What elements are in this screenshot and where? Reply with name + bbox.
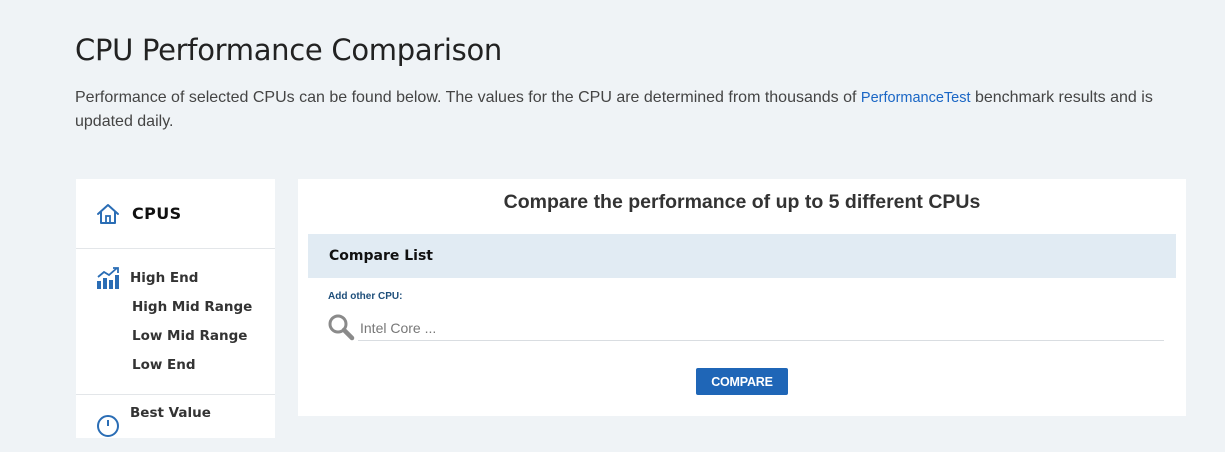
compare-heading: Compare the performance of up to 5 diffe…: [503, 191, 981, 213]
cpu-search-input[interactable]: [358, 315, 1164, 341]
add-cpu-label: Add other CPU:: [328, 291, 403, 302]
sidebar-item-high-end[interactable]: High End: [76, 263, 275, 293]
sidebar-item-label: Best Value: [130, 405, 211, 421]
sidebar-header-label: CPUS: [132, 204, 182, 223]
sidebar-section-performance: High End High Mid Range Low Mid Range Lo…: [76, 249, 275, 395]
circle-icon: [97, 415, 119, 437]
sidebar-item-low-mid-range[interactable]: Low Mid Range: [76, 322, 275, 351]
sidebar-item-best-value[interactable]: Best Value: [76, 405, 275, 438]
compare-panel: Compare the performance of up to 5 diffe…: [298, 179, 1186, 416]
home-icon: [97, 203, 119, 224]
page-title: CPU Performance Comparison: [75, 33, 503, 67]
intro-text-before: Performance of selected CPUs can be foun…: [75, 89, 861, 106]
compare-list-header: Compare List: [308, 234, 1176, 278]
sidebar-section-value: Best Value: [76, 395, 275, 452]
sidebar: CPUS High End High Mid Range Low Mid Ran…: [76, 179, 275, 438]
search-icon: [328, 314, 355, 341]
sidebar-header[interactable]: CPUS: [76, 179, 275, 249]
page-intro: Performance of selected CPUs can be foun…: [75, 86, 1165, 133]
performancetest-link[interactable]: PerformanceTest: [861, 90, 971, 106]
sidebar-item-high-mid-range[interactable]: High Mid Range: [76, 293, 275, 322]
compare-button[interactable]: COMPARE: [696, 368, 788, 395]
sidebar-item-low-end[interactable]: Low End: [76, 351, 275, 380]
sidebar-item-label: High End: [130, 270, 199, 286]
chart-growth-icon: [97, 267, 119, 289]
